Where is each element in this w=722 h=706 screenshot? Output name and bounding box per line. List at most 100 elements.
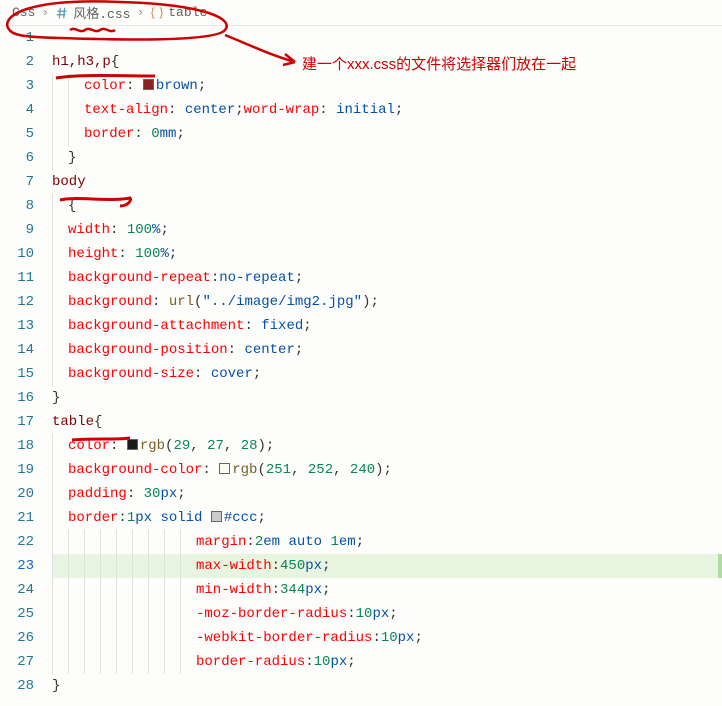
- token-val: cover: [211, 366, 253, 382]
- token-val: px: [398, 630, 415, 646]
- code-line[interactable]: text-align: center;word-wrap: initial;: [52, 98, 722, 122]
- code-line[interactable]: background-repeat:no-repeat;: [52, 266, 722, 290]
- token-num: 251: [266, 462, 291, 478]
- token-punc: ;: [160, 222, 168, 238]
- token-num: 2: [255, 534, 263, 550]
- line-number: 14: [0, 338, 34, 362]
- line-number: 16: [0, 386, 34, 410]
- token-prop: color: [68, 438, 110, 454]
- code-line[interactable]: background: url("../image/img2.jpg");: [52, 290, 722, 314]
- line-number: 27: [0, 650, 34, 674]
- code-line[interactable]: background-position: center;: [52, 338, 722, 362]
- token-punc: :: [110, 438, 127, 454]
- code-line[interactable]: height: 100%;: [52, 242, 722, 266]
- code-line[interactable]: width: 100%;: [52, 218, 722, 242]
- token-num: 344: [280, 582, 305, 598]
- color-swatch-icon: [127, 439, 138, 450]
- code-line[interactable]: [52, 26, 722, 50]
- line-number: 23: [0, 554, 34, 578]
- token-val: center: [244, 342, 294, 358]
- token-prop: -webkit-border-radius: [196, 630, 372, 646]
- token-val: px: [372, 606, 389, 622]
- line-number: 7: [0, 170, 34, 194]
- code-line[interactable]: }: [52, 674, 722, 698]
- token-prop: background-attachment: [68, 318, 244, 334]
- token-punc: :: [118, 510, 126, 526]
- token-prop: background: [68, 294, 152, 310]
- braces-icon: [150, 6, 164, 20]
- token-val: no-repeat: [219, 270, 295, 286]
- token-val: px: [160, 486, 177, 502]
- line-number: 2: [0, 50, 34, 74]
- token-prop: border: [84, 126, 134, 142]
- line-number: 21: [0, 506, 34, 530]
- code-line[interactable]: background-attachment: fixed;: [52, 314, 722, 338]
- code-line[interactable]: body: [52, 170, 722, 194]
- code-line[interactable]: {: [52, 194, 722, 218]
- token-sel: body: [52, 174, 86, 190]
- line-number: 15: [0, 362, 34, 386]
- code-line[interactable]: }: [52, 146, 722, 170]
- token-sel: table: [52, 414, 94, 430]
- token-prop: max-width: [196, 558, 272, 574]
- code-line[interactable]: max-width:450px;: [52, 554, 722, 578]
- code-line[interactable]: }: [52, 386, 722, 410]
- code-line[interactable]: border: 0mm;: [52, 122, 722, 146]
- code-line[interactable]: padding: 30px;: [52, 482, 722, 506]
- breadcrumb-item-css[interactable]: Css: [8, 5, 39, 20]
- token-punc: :: [118, 246, 135, 262]
- token-punc: :: [228, 342, 245, 358]
- chevron-right-icon: ›: [39, 5, 51, 20]
- code-line[interactable]: table{: [52, 410, 722, 434]
- token-prop: min-width: [196, 582, 272, 598]
- token-prop: -moz-border-radius: [196, 606, 347, 622]
- token-punc: );: [258, 438, 275, 454]
- token-punc: }: [52, 678, 60, 694]
- code-line[interactable]: h1,h3,p{: [52, 50, 722, 74]
- code-line[interactable]: background-color: rgb(251, 252, 240);: [52, 458, 722, 482]
- token-prop: width: [68, 222, 110, 238]
- code-line[interactable]: color: rgb(29, 27, 28);: [52, 434, 722, 458]
- code-line[interactable]: -moz-border-radius:10px;: [52, 602, 722, 626]
- token-punc: :: [372, 630, 380, 646]
- token-num: 28: [241, 438, 258, 454]
- token-prop: background-color: [68, 462, 202, 478]
- token-punc: );: [375, 462, 392, 478]
- token-prop: word-wrap: [244, 102, 320, 118]
- line-number: 9: [0, 218, 34, 242]
- line-number-gutter: 1234567891011121314151617181920212223242…: [0, 26, 52, 698]
- token-punc: );: [362, 294, 379, 310]
- token-punc: }: [52, 390, 60, 406]
- token-num: 100: [135, 246, 160, 262]
- token-val: em: [263, 534, 288, 550]
- token-num: 30: [144, 486, 161, 502]
- breadcrumb: Css › 风格.css › table: [0, 0, 722, 26]
- code-line[interactable]: margin:2em auto 1em;: [52, 530, 722, 554]
- color-swatch-icon: [211, 511, 222, 522]
- line-number: 28: [0, 674, 34, 698]
- token-prop: height: [68, 246, 118, 262]
- token-prop: background-position: [68, 342, 228, 358]
- code-line[interactable]: color: brown;: [52, 74, 722, 98]
- code-editor[interactable]: 1234567891011121314151617181920212223242…: [0, 26, 722, 698]
- code-area[interactable]: h1,h3,p{color: brown;text-align: center;…: [52, 26, 722, 698]
- token-punc: ;: [322, 558, 330, 574]
- breadcrumb-item-symbol[interactable]: table: [146, 5, 211, 20]
- breadcrumb-item-file[interactable]: 风格.css: [51, 3, 134, 22]
- token-val: center: [185, 102, 235, 118]
- token-val: auto: [288, 534, 330, 550]
- token-punc: ;: [303, 318, 311, 334]
- code-line[interactable]: border-radius:10px;: [52, 650, 722, 674]
- token-val: %: [160, 246, 168, 262]
- code-line[interactable]: border:1px solid #ccc;: [52, 506, 722, 530]
- line-number: 5: [0, 122, 34, 146]
- token-punc: :: [134, 126, 151, 142]
- token-punc: :: [126, 78, 143, 94]
- token-punc: ,: [190, 438, 207, 454]
- code-line[interactable]: background-size: cover;: [52, 362, 722, 386]
- code-line[interactable]: min-width:344px;: [52, 578, 722, 602]
- code-line[interactable]: -webkit-border-radius:10px;: [52, 626, 722, 650]
- breadcrumb-label: Css: [12, 5, 35, 20]
- line-number: 22: [0, 530, 34, 554]
- line-number: 8: [0, 194, 34, 218]
